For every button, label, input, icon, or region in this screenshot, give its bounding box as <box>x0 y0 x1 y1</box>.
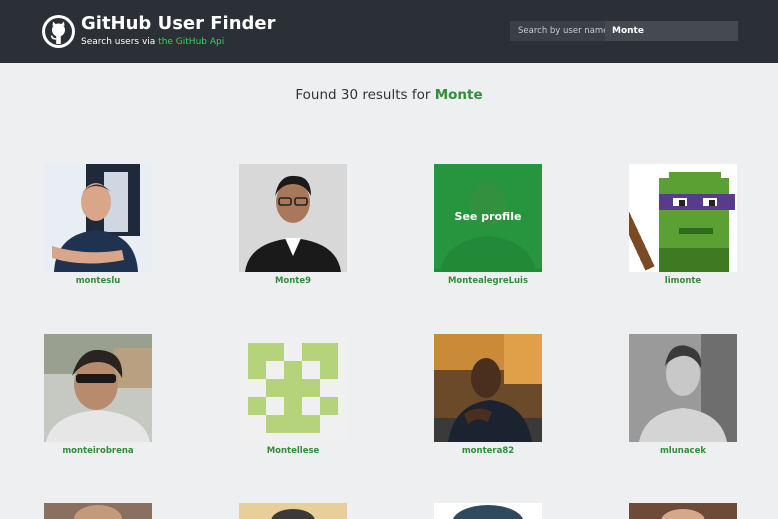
user-login[interactable]: Monte9 <box>239 276 347 286</box>
user-avatar[interactable] <box>239 334 347 442</box>
search-label: Search by user name <box>510 21 608 41</box>
user-card[interactable]: mlunacek <box>629 334 737 456</box>
user-login[interactable]: mlunacek <box>629 446 737 456</box>
user-login[interactable]: limonte <box>629 276 737 286</box>
user-avatar[interactable] <box>44 164 152 272</box>
github-octocat-icon[interactable] <box>42 15 75 48</box>
app-header: GitHub User Finder Search users via the … <box>0 0 778 63</box>
results-summary: Found 30 results for Monte <box>0 87 778 103</box>
user-card-partial[interactable] <box>239 503 347 519</box>
app-subtitle-prefix: Search users via <box>81 37 159 47</box>
user-avatar[interactable] <box>629 334 737 442</box>
user-login[interactable]: Montellese <box>239 446 347 456</box>
user-avatar[interactable] <box>44 334 152 442</box>
user-card-partial[interactable] <box>629 503 737 519</box>
user-card[interactable]: Monte9 <box>239 164 347 286</box>
see-profile-overlay[interactable]: See profile <box>434 164 542 272</box>
user-card-partial[interactable] <box>434 503 542 519</box>
user-login[interactable]: monteslu <box>44 276 152 286</box>
app-subtitle: Search users via the GitHub Api <box>81 37 224 47</box>
search-bar: Search by user name Monte <box>510 21 738 41</box>
user-login[interactable]: monteirobrena <box>44 446 152 456</box>
search-input[interactable]: Monte <box>605 21 738 41</box>
user-card[interactable]: Montellese <box>239 334 347 456</box>
user-card[interactable]: monteirobrena <box>44 334 152 456</box>
user-avatar[interactable] <box>629 164 737 272</box>
user-card[interactable]: montera82 <box>434 334 542 456</box>
user-login[interactable]: MontealegreLuis <box>434 276 542 286</box>
user-avatar[interactable] <box>239 164 347 272</box>
user-card[interactable]: monteslu <box>44 164 152 286</box>
user-avatar[interactable]: See profile <box>434 164 542 272</box>
user-card-partial[interactable] <box>44 503 152 519</box>
user-login[interactable]: montera82 <box>434 446 542 456</box>
user-avatar[interactable] <box>434 334 542 442</box>
results-count-text: Found 30 results for <box>295 87 435 103</box>
app-title: GitHub User Finder <box>81 13 276 34</box>
github-api-link[interactable]: the GitHub Api <box>158 37 224 47</box>
user-card[interactable]: limonte <box>629 164 737 286</box>
user-card[interactable]: See profile MontealegreLuis <box>434 164 542 286</box>
results-search-term: Monte <box>434 87 483 103</box>
